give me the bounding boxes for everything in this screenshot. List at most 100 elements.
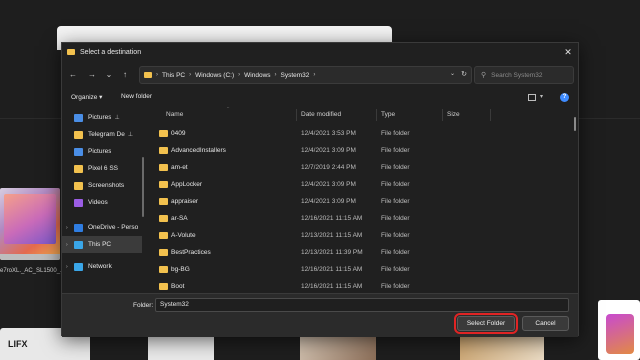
- search-placeholder: Search System32: [491, 71, 543, 79]
- file-row[interactable]: 0409 12/4/2021 3:53 PM File folder: [150, 125, 570, 142]
- onedrive-icon: [74, 223, 83, 232]
- file-type: File folder: [381, 266, 410, 273]
- file-date-modified: 12/4/2021 3:09 PM: [301, 147, 356, 154]
- phone-screen: [606, 314, 634, 354]
- nav-item[interactable]: › OneDrive - Perso: [62, 219, 142, 236]
- file-row[interactable]: appraiser 12/4/2021 3:09 PM File folder: [150, 193, 570, 210]
- breadcrumb-system32[interactable]: System32: [281, 72, 310, 79]
- folder-icon: [74, 164, 83, 173]
- folder-icon: [74, 130, 83, 139]
- navigation-bar: ← → ⌄ ↑ › This PC › Windows (C:) › Windo…: [62, 65, 578, 85]
- column-divider[interactable]: [296, 109, 297, 121]
- address-history-dropdown-icon[interactable]: ⌄: [450, 70, 455, 77]
- address-bar[interactable]: › This PC › Windows (C:) › Windows › Sys…: [139, 66, 472, 84]
- column-divider[interactable]: [442, 109, 443, 121]
- folder-icon: [159, 232, 168, 239]
- file-row[interactable]: AdvancedInstallers 12/4/2021 3:09 PM File …: [150, 142, 570, 159]
- column-header-size[interactable]: Size: [447, 111, 460, 118]
- nav-item-label: Pictures: [88, 114, 112, 121]
- up-button[interactable]: ↑: [119, 69, 131, 81]
- file-name: 0409: [171, 130, 186, 137]
- breadcrumb-separator: ›: [238, 72, 241, 78]
- file-type: File folder: [381, 181, 410, 188]
- file-type: File folder: [381, 147, 410, 154]
- nav-item[interactable]: › Network: [62, 258, 142, 275]
- refresh-icon[interactable]: ↻: [461, 70, 467, 78]
- file-type: File folder: [381, 198, 410, 205]
- recent-locations-button[interactable]: ⌄: [103, 69, 115, 81]
- file-row[interactable]: bg-BG 12/16/2021 11:15 AM File folder: [150, 261, 570, 278]
- folder-icon: [74, 181, 83, 190]
- file-list-scrollbar[interactable]: [574, 117, 576, 131]
- column-divider[interactable]: [376, 109, 377, 121]
- nav-item[interactable]: › This PC: [62, 236, 142, 253]
- nav-item[interactable]: Pictures: [62, 143, 142, 160]
- file-date-modified: 12/13/2021 11:39 PM: [301, 249, 363, 256]
- breadcrumb-separator: ›: [156, 72, 158, 78]
- column-header-date-modified[interactable]: Date modified: [301, 111, 341, 118]
- file-row[interactable]: A-Volute 12/13/2021 11:15 AM File folder: [150, 227, 570, 244]
- file-row[interactable]: Boot 12/16/2021 11:15 AM File folder: [150, 278, 570, 291]
- file-row[interactable]: AppLocker 12/4/2021 3:09 PM File folder: [150, 176, 570, 193]
- product-phone-image: [598, 300, 640, 360]
- expand-chevron-icon[interactable]: ›: [66, 242, 74, 248]
- nav-item-label: This PC: [88, 241, 112, 248]
- breadcrumb-windows[interactable]: Windows: [244, 72, 270, 79]
- column-header-type[interactable]: Type: [381, 111, 395, 118]
- file-type: File folder: [381, 215, 410, 222]
- network-icon: [74, 262, 83, 271]
- cancel-button[interactable]: Cancel: [522, 316, 569, 331]
- view-options-icon[interactable]: [528, 94, 536, 101]
- view-dropdown-icon[interactable]: ▾: [540, 93, 543, 100]
- file-name: AdvancedInstallers: [171, 147, 226, 154]
- column-header-name[interactable]: Name: [166, 111, 183, 118]
- breadcrumb-windows-c[interactable]: Windows (C:): [195, 72, 234, 79]
- file-row[interactable]: ar-SA 12/16/2021 11:15 AM File folder: [150, 210, 570, 227]
- file-type: File folder: [381, 232, 410, 239]
- forward-button[interactable]: →: [86, 69, 98, 81]
- expand-chevron-icon[interactable]: ›: [66, 225, 74, 231]
- file-date-modified: 12/16/2021 11:15 AM: [301, 215, 363, 222]
- expand-chevron-icon[interactable]: ›: [66, 264, 74, 270]
- new-folder-button[interactable]: New folder: [121, 93, 152, 100]
- breadcrumb-this-pc[interactable]: This PC: [162, 72, 185, 79]
- close-button[interactable]: ✕: [562, 46, 574, 58]
- nav-item[interactable]: Screenshots: [62, 177, 142, 194]
- navigation-pane-scrollbar[interactable]: [142, 157, 144, 217]
- back-button[interactable]: ←: [67, 69, 79, 81]
- folder-icon: [159, 164, 168, 171]
- organize-button[interactable]: Organize ▾: [71, 93, 102, 101]
- nav-item[interactable]: Videos: [62, 194, 142, 211]
- file-type: File folder: [381, 164, 410, 171]
- breadcrumb-separator: ›: [189, 72, 192, 78]
- file-date-modified: 12/4/2021 3:09 PM: [301, 181, 356, 188]
- nav-item-label: Pictures: [88, 148, 112, 155]
- file-row[interactable]: BestPractices 12/13/2021 11:39 PM File fol…: [150, 244, 570, 261]
- folder-name-input[interactable]: System32: [155, 298, 569, 312]
- search-input[interactable]: ⚲ Search System32: [474, 66, 574, 84]
- pictures-icon: [74, 113, 83, 122]
- file-name: ar-SA: [171, 215, 188, 222]
- nav-item[interactable]: Pixel 6 SS: [62, 160, 142, 177]
- file-name: Boot: [171, 283, 185, 290]
- nav-item-label: Screenshots: [88, 182, 125, 189]
- folder-icon: [159, 266, 168, 273]
- videos-icon: [74, 198, 83, 207]
- nav-item[interactable]: Pictures ⊥: [62, 109, 142, 126]
- breadcrumb-separator: ›: [313, 72, 316, 78]
- pin-icon: ⊥: [114, 115, 120, 121]
- folder-icon: [159, 249, 168, 256]
- pin-icon: ⊥: [127, 132, 134, 138]
- column-divider[interactable]: [490, 109, 491, 121]
- folder-label: Folder:: [133, 302, 154, 309]
- nav-item-label: Videos: [88, 199, 108, 206]
- file-date-modified: 12/16/2021 11:15 AM: [301, 283, 363, 290]
- help-icon[interactable]: ?: [560, 93, 569, 102]
- file-type: File folder: [381, 130, 410, 137]
- file-row[interactable]: am-et 12/7/2019 2:44 PM File folder: [150, 159, 570, 176]
- file-type: File folder: [381, 283, 410, 290]
- select-folder-button[interactable]: Select Folder: [454, 313, 518, 334]
- nav-item[interactable]: Telegram De ⊥: [62, 126, 142, 143]
- folder-icon: [144, 72, 152, 78]
- nav-item-label: Telegram De: [88, 131, 125, 138]
